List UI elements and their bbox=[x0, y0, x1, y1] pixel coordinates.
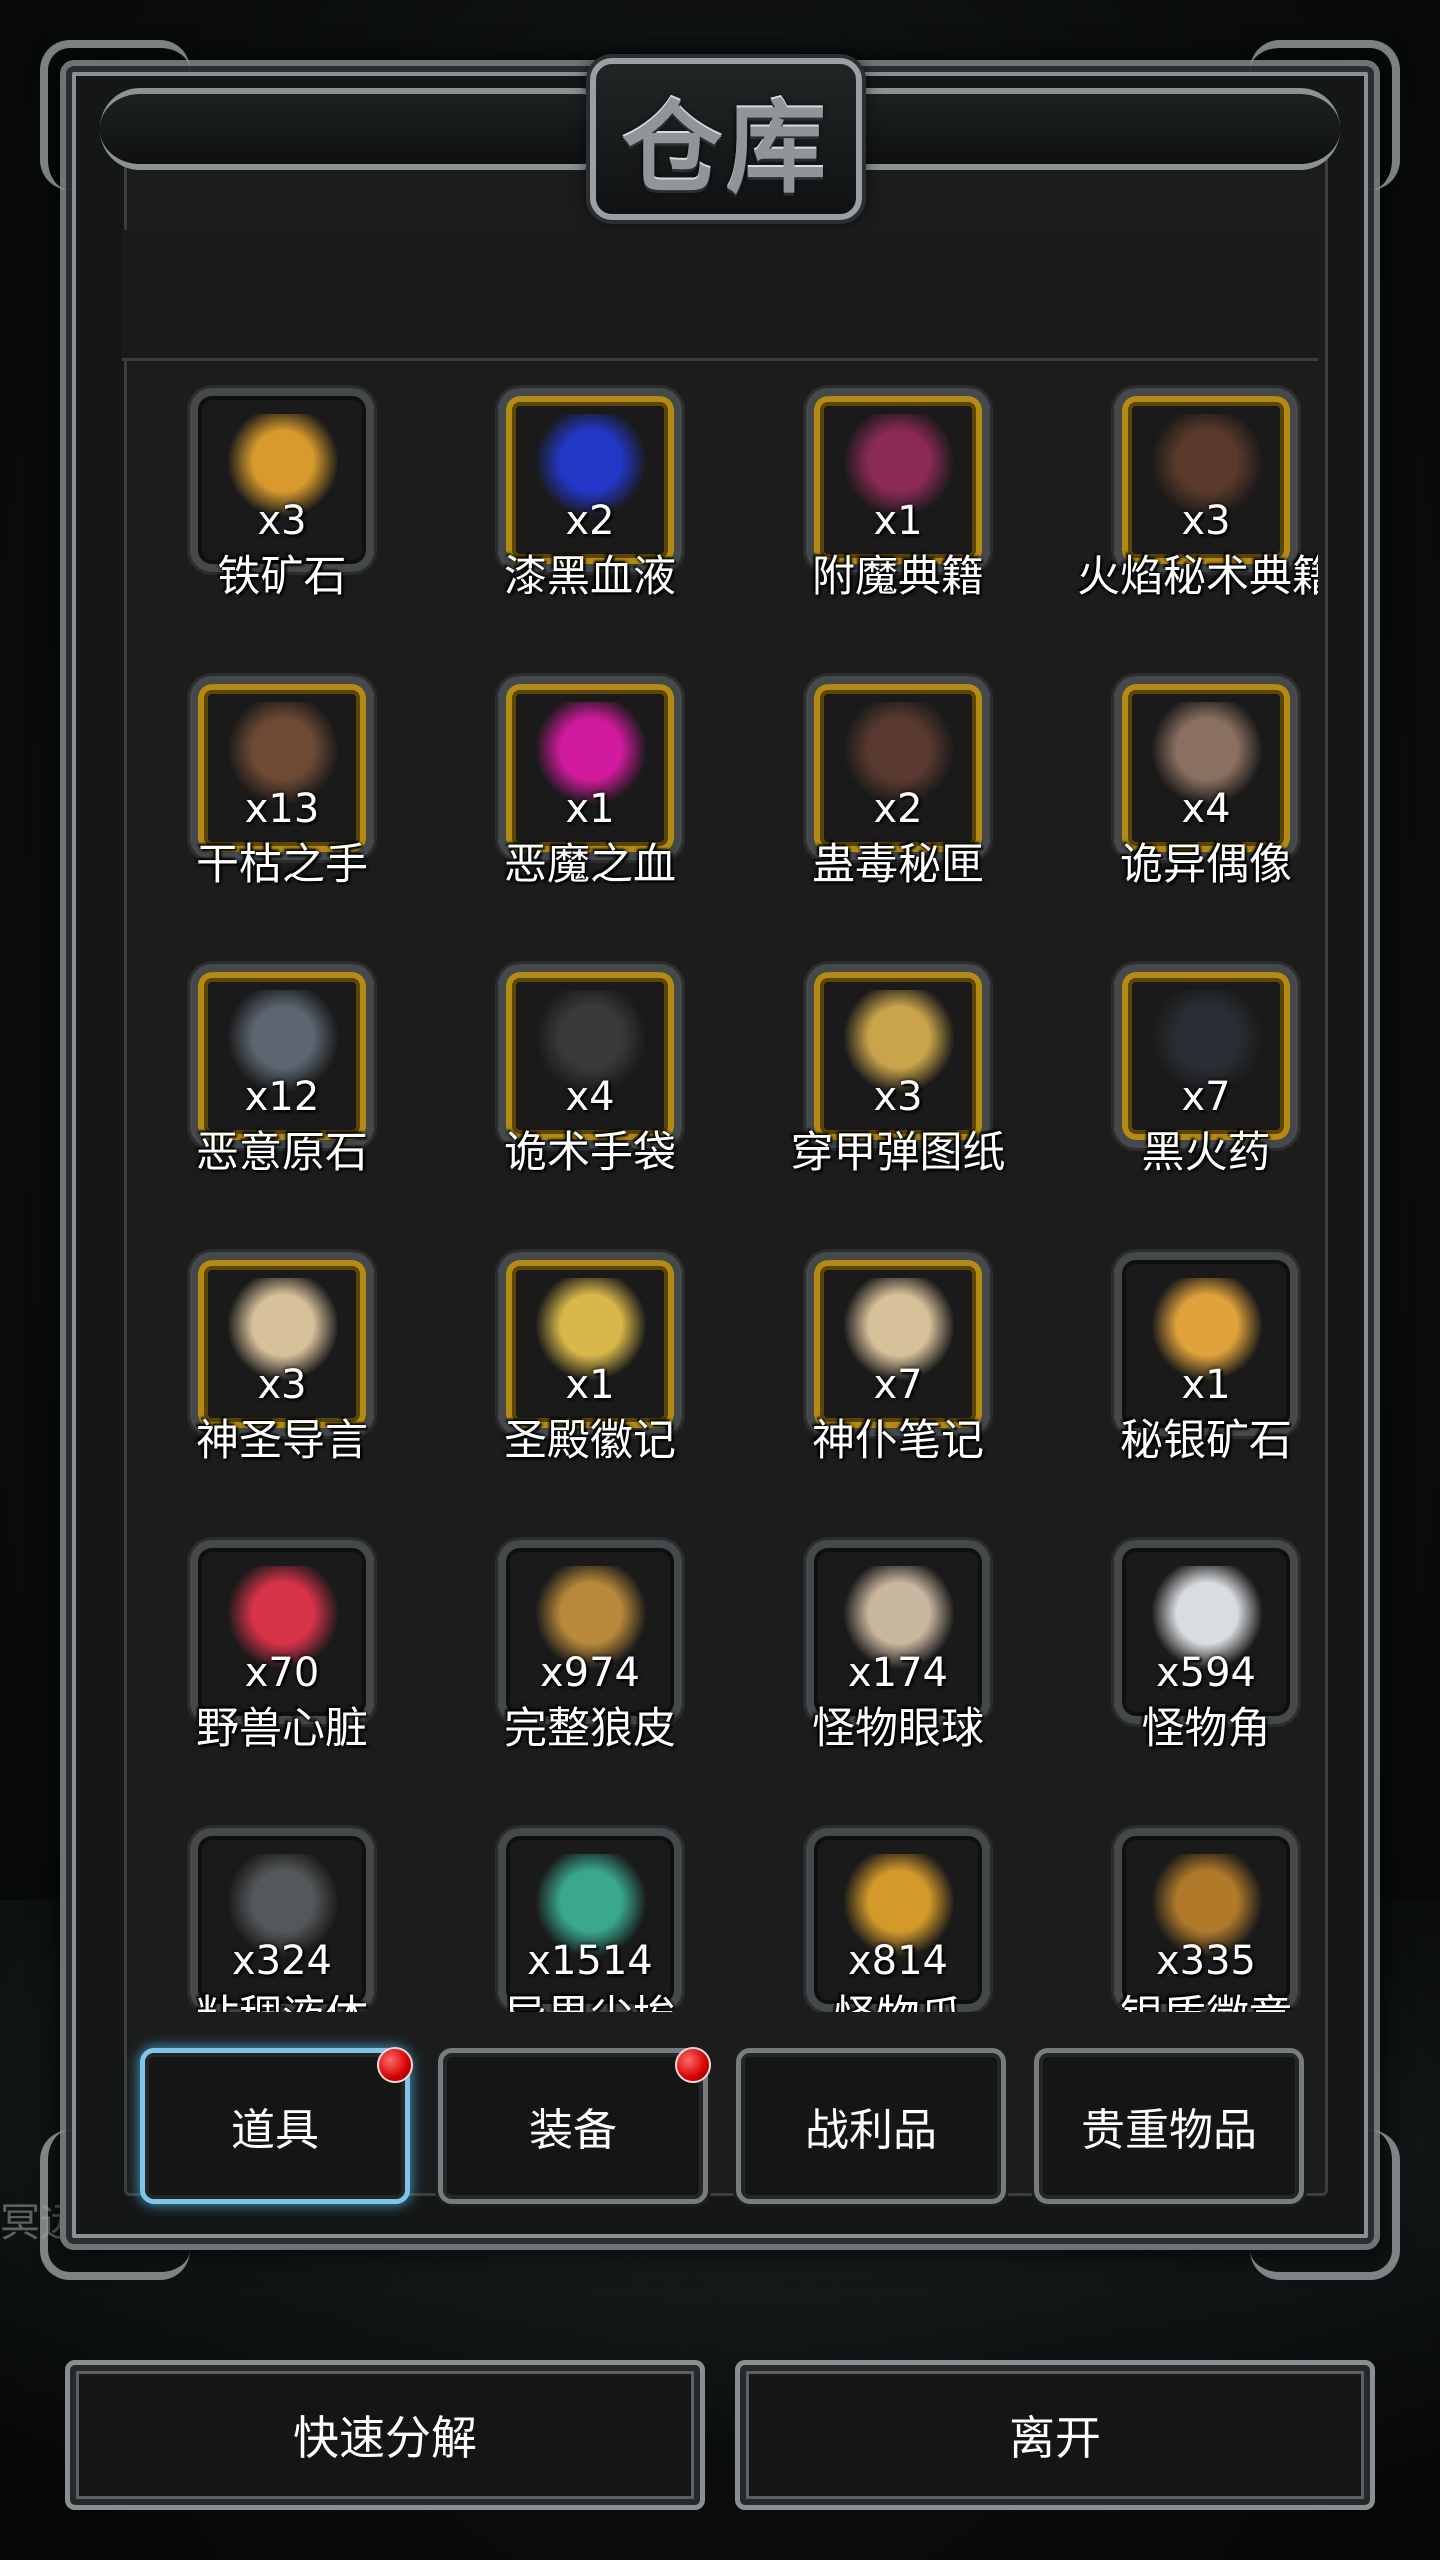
inventory-item[interactable]: x594 怪物角 bbox=[1056, 1522, 1318, 1782]
item-count: x1 bbox=[565, 786, 615, 832]
item-name: 铁矿石 bbox=[217, 552, 347, 602]
item-name: 火焰秘术典籍 bbox=[1077, 552, 1318, 602]
item-count: x974 bbox=[539, 1650, 641, 1696]
item-name: 野兽心脏 bbox=[196, 1704, 368, 1754]
item-name: 怪物眼球 bbox=[812, 1704, 984, 1754]
item-count: x7 bbox=[873, 1362, 923, 1408]
page-title: 仓库 bbox=[622, 88, 830, 207]
inventory-item[interactable]: x3 铁矿石 bbox=[132, 370, 432, 630]
inventory-item[interactable]: x13 干枯之手 bbox=[132, 658, 432, 918]
tab-label: 贵重物品 bbox=[1081, 2105, 1257, 2156]
item-count: x1 bbox=[1181, 1362, 1231, 1408]
item-count: x2 bbox=[873, 786, 923, 832]
inventory-item[interactable]: x1 恶魔之血 bbox=[440, 658, 740, 918]
inventory-item[interactable]: x174 怪物眼球 bbox=[748, 1522, 1048, 1782]
item-name: 恶魔之血 bbox=[504, 840, 676, 890]
inventory-item[interactable]: x7 黑火药 bbox=[1056, 946, 1318, 1206]
item-grid[interactable]: x3 铁矿石 x2 漆黑血液 x1 附魔典籍 x3 火焰秘术典籍 x13 干枯之手 x1 恶魔之血 x2… bbox=[122, 360, 1318, 2012]
notification-dot-icon bbox=[675, 2047, 711, 2083]
item-count: x4 bbox=[1181, 786, 1231, 832]
item-count: x594 bbox=[1155, 1650, 1257, 1696]
item-count: x335 bbox=[1155, 1938, 1257, 1984]
item-name: 蛊毒秘匣 bbox=[812, 840, 984, 890]
item-name: 异界尘埃 bbox=[420, 1982, 760, 2012]
item-count: x7 bbox=[1181, 1074, 1231, 1120]
title-ornament-right bbox=[820, 88, 1340, 170]
item-count: x814 bbox=[847, 1938, 949, 1984]
item-count: x1 bbox=[565, 1362, 615, 1408]
item-name: 粘稠液体 bbox=[122, 1982, 452, 2012]
inventory-item[interactable]: x2 蛊毒秘匣 bbox=[748, 658, 1048, 918]
item-count: x2 bbox=[565, 498, 615, 544]
inventory-item[interactable]: x974 完整狼皮 bbox=[440, 1522, 740, 1782]
item-name: 银质徽章 bbox=[1036, 1982, 1318, 2012]
title-plaque: 仓库 bbox=[590, 58, 862, 220]
inventory-item[interactable]: x4 诡异偶像 bbox=[1056, 658, 1318, 918]
item-count: x3 bbox=[257, 498, 307, 544]
item-name: 干枯之手 bbox=[196, 840, 368, 890]
item-name: 完整狼皮 bbox=[504, 1704, 676, 1754]
inventory-item[interactable]: x1 秘银矿石 bbox=[1056, 1234, 1318, 1494]
item-name: 神圣导言 bbox=[196, 1416, 368, 1466]
tab-items[interactable]: 道具 bbox=[140, 2047, 413, 2204]
inventory-item[interactable]: x3 穿甲弹图纸 bbox=[748, 946, 1048, 1206]
tab-equipment[interactable]: 装备 bbox=[438, 2047, 711, 2204]
notification-dot-icon bbox=[377, 2047, 413, 2083]
item-count: x4 bbox=[565, 1074, 615, 1120]
tab-label: 战利品 bbox=[805, 2105, 937, 2156]
inventory-item[interactable]: x335银质徽章 bbox=[1056, 1810, 1318, 2012]
inventory-item[interactable]: x4 诡术手袋 bbox=[440, 946, 740, 1206]
inventory-item[interactable]: x1 圣殿徽记 bbox=[440, 1234, 740, 1494]
item-name: 秘银矿石 bbox=[1120, 1416, 1292, 1466]
item-count: x13 bbox=[244, 786, 320, 832]
category-tabs: 道具 装备 战利品 贵重物品 bbox=[122, 2012, 1318, 2222]
tab-loot[interactable]: 战利品 bbox=[736, 2048, 1006, 2204]
inventory-item[interactable]: x7 神仆笔记 bbox=[748, 1234, 1048, 1494]
inventory-item[interactable]: x3 火焰秘术典籍 bbox=[1056, 370, 1318, 630]
item-name: 附魔典籍 bbox=[812, 552, 984, 602]
item-name: 漆黑血液 bbox=[504, 552, 676, 602]
leave-button[interactable]: 离开 bbox=[735, 2360, 1375, 2510]
item-name: 穿甲弹图纸 bbox=[790, 1128, 1006, 1178]
item-name: 神仆笔记 bbox=[812, 1416, 984, 1466]
item-count: x12 bbox=[244, 1074, 320, 1120]
inventory-item[interactable]: x1 附魔典籍 bbox=[748, 370, 1048, 630]
item-name: 怪物爪 bbox=[728, 1982, 1068, 2012]
item-count: x1 bbox=[873, 498, 923, 544]
item-name: 恶意原石 bbox=[196, 1128, 368, 1178]
tab-label: 装备 bbox=[529, 2105, 617, 2156]
item-name: 诡异偶像 bbox=[1120, 840, 1292, 890]
title-ornament-left bbox=[100, 88, 620, 170]
quick-decompose-button[interactable]: 快速分解 bbox=[65, 2360, 705, 2510]
item-name: 黑火药 bbox=[1141, 1128, 1271, 1178]
inventory-item[interactable]: x12 恶意原石 bbox=[132, 946, 432, 1206]
item-count: x1514 bbox=[527, 1938, 653, 1984]
item-name: 诡术手袋 bbox=[504, 1128, 676, 1178]
item-count: x3 bbox=[257, 1362, 307, 1408]
header-bar bbox=[122, 230, 1318, 361]
item-count: x70 bbox=[244, 1650, 320, 1696]
inventory-item[interactable]: x324粘稠液体 bbox=[132, 1810, 432, 2012]
item-count: x3 bbox=[873, 1074, 923, 1120]
item-count: x324 bbox=[231, 1938, 333, 1984]
inventory-item[interactable]: x70 野兽心脏 bbox=[132, 1522, 432, 1782]
item-count: x174 bbox=[847, 1650, 949, 1696]
quick-decompose-label: 快速分解 bbox=[293, 2411, 477, 2465]
inventory-item[interactable]: x1514异界尘埃 bbox=[440, 1810, 740, 2012]
item-name: 怪物角 bbox=[1141, 1704, 1271, 1754]
inventory-item[interactable]: x3 神圣导言 bbox=[132, 1234, 432, 1494]
item-name: 圣殿徽记 bbox=[504, 1416, 676, 1466]
inventory-item[interactable]: x814怪物爪 bbox=[748, 1810, 1048, 2012]
inventory-item[interactable]: x2 漆黑血液 bbox=[440, 370, 740, 630]
item-count: x3 bbox=[1181, 498, 1231, 544]
tab-label: 道具 bbox=[231, 2105, 319, 2156]
tab-valuables[interactable]: 贵重物品 bbox=[1034, 2048, 1304, 2204]
leave-label: 离开 bbox=[1009, 2411, 1101, 2465]
